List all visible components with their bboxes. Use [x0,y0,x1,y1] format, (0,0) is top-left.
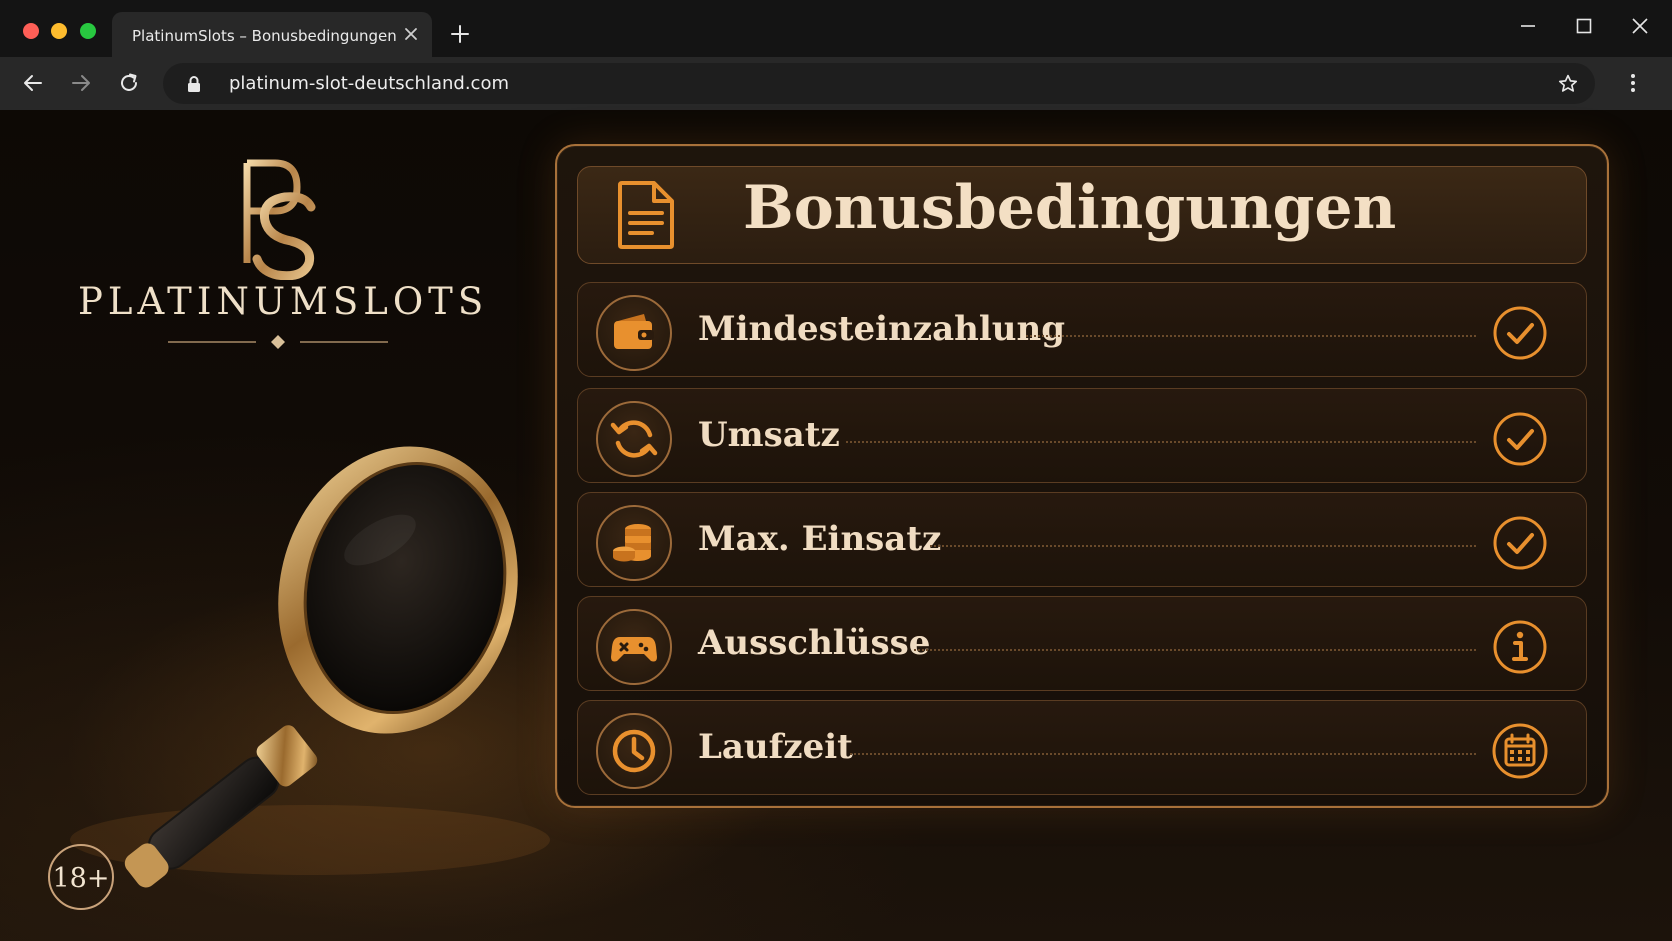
browser-window: PlatinumSlots – Bonusbedingungen platinu… [0,0,1672,941]
panel-title: Bonusbedingungen [743,173,1397,243]
row-label: Umsatz [698,415,840,455]
brand-name: PLATINUMSLOTS [78,280,489,323]
age-restriction-badge: 18+ [48,844,114,910]
active-tab[interactable]: PlatinumSlots – Bonusbedingungen [112,12,432,57]
dotted-leader [846,441,1476,443]
clock-icon [612,729,656,773]
minimize-icon[interactable] [1518,16,1538,36]
url-text: platinum-slot-deutschland.com [229,73,509,94]
dotted-leader [914,649,1476,651]
row-umsatz[interactable]: Umsatz [577,388,1587,483]
close-window-dot[interactable] [23,23,39,39]
address-bar[interactable]: platinum-slot-deutschland.com [163,63,1595,104]
row-laufzeit[interactable]: Laufzeit [577,700,1587,795]
check-circle-icon [1493,412,1547,466]
magnifying-glass-icon [70,446,550,888]
tab-strip: PlatinumSlots – Bonusbedingungen [0,0,1672,57]
row-label: Ausschlüsse [698,623,931,663]
new-tab-icon[interactable] [450,24,470,44]
tab-title: PlatinumSlots – Bonusbedingungen [132,27,397,45]
row-ausschluesse[interactable]: Ausschlüsse [577,596,1587,691]
bonus-terms-panel: Bonusbedingungen Mindesteinzahlung Umsat… [555,144,1609,808]
reload-icon[interactable] [118,72,140,94]
row-icon-badge [596,401,672,477]
row-label: Laufzeit [698,727,853,767]
minimize-window-dot[interactable] [51,23,67,39]
ornament-divider [168,335,388,349]
lock-icon[interactable] [187,75,201,93]
maximize-window-dot[interactable] [80,23,96,39]
row-icon-badge [596,295,672,371]
close-icon[interactable] [1630,16,1650,36]
refresh-icon [610,420,658,458]
row-icon-badge [596,609,672,685]
page-content: PLATINUMSLOTS 18+ Bonusbedingungen Minde… [0,110,1672,941]
platinumslots-logo-icon [235,159,316,280]
browser-toolbar: platinum-slot-deutschland.com [0,57,1672,111]
dotted-leader [1026,335,1476,337]
row-label: Max. Einsatz [698,519,942,559]
menu-kebab-icon[interactable] [1622,72,1644,94]
back-icon[interactable] [22,72,44,94]
calendar-icon [1492,723,1548,779]
check-circle-icon [1493,306,1547,360]
document-icon [618,181,674,249]
forward-icon[interactable] [70,72,92,94]
row-mindesteinzahlung[interactable]: Mindesteinzahlung [577,282,1587,377]
row-icon-badge [596,505,672,581]
row-label: Mindesteinzahlung [698,309,1065,349]
wallet-icon [614,314,654,349]
row-icon-badge [596,713,672,789]
coins-icon [613,524,651,562]
check-circle-icon [1493,516,1547,570]
row-max-einsatz[interactable]: Max. Einsatz [577,492,1587,587]
dotted-leader [850,753,1476,755]
bookmark-star-icon[interactable] [1557,73,1579,95]
panel-header: Bonusbedingungen [577,166,1587,264]
close-tab-icon[interactable] [402,25,420,43]
gamepad-icon [611,637,657,662]
dotted-leader [930,545,1476,547]
info-circle-icon [1493,620,1547,674]
maximize-icon[interactable] [1574,16,1594,36]
